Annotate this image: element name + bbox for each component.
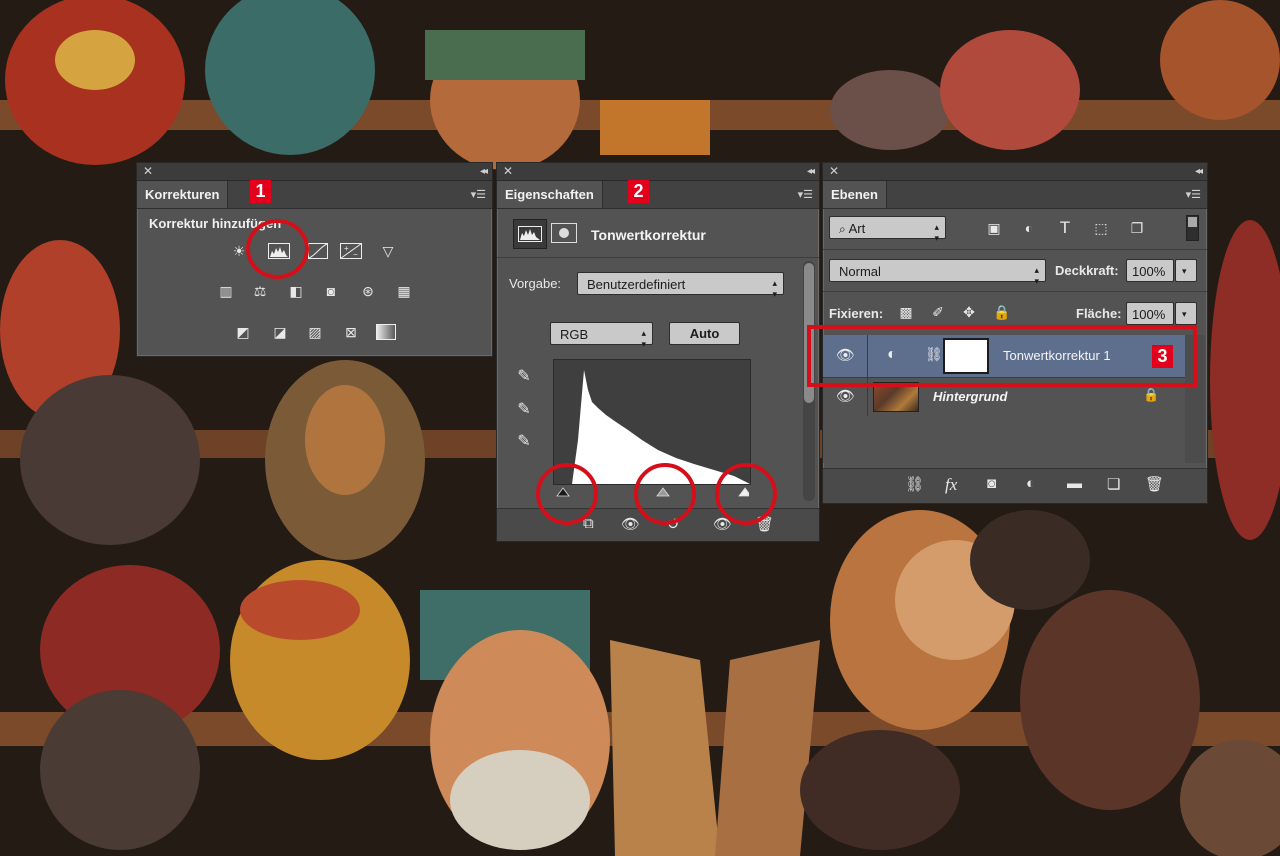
- highlight-ring-black-slider: [536, 463, 598, 525]
- filter-shape-icon[interactable]: ⬚: [1090, 217, 1112, 239]
- opacity-label: Deckkraft:: [1055, 263, 1119, 278]
- panel-titlebar: ✕ ◂◂: [137, 163, 492, 181]
- filter-toggle[interactable]: [1186, 215, 1199, 241]
- lock-transparency-icon[interactable]: ▩: [895, 301, 917, 323]
- filter-adjustment-icon[interactable]: ◐: [1018, 217, 1040, 239]
- photo-filter-icon[interactable]: ◙: [320, 280, 342, 302]
- panel-titlebar: ✕ ◂◂: [823, 163, 1207, 181]
- preset-dropdown[interactable]: Benutzerdefiniert ▴ ▾: [577, 272, 784, 299]
- properties-title: Tonwertkorrektur: [591, 227, 706, 243]
- filter-pixel-icon[interactable]: ▣: [983, 217, 1005, 239]
- fill-field[interactable]: 100%: [1126, 302, 1174, 325]
- black-point-eyedropper-icon[interactable]: ✎: [513, 365, 535, 387]
- lock-all-icon[interactable]: 🔒: [991, 301, 1013, 323]
- panel-menu-icon[interactable]: ▾☰: [471, 188, 486, 201]
- channel-value: RGB: [560, 327, 589, 342]
- fill-label: Fläche:: [1076, 306, 1122, 321]
- close-icon[interactable]: ✕: [829, 163, 839, 180]
- selective-color-icon[interactable]: ⊠: [340, 321, 362, 343]
- hue-saturation-icon[interactable]: ▥: [215, 280, 237, 302]
- color-balance-icon[interactable]: ⚖: [249, 280, 271, 302]
- layer-filter-value: Art: [848, 221, 866, 236]
- svg-text:+: +: [344, 244, 349, 253]
- panel-titlebar: ✕ ◂◂: [497, 163, 819, 181]
- new-adjustment-layer-icon[interactable]: ◐: [1026, 475, 1035, 492]
- highlight-ring-gamma-slider: [634, 463, 696, 525]
- visibility-eye-icon[interactable]: 👁: [836, 387, 855, 405]
- color-lookup-icon[interactable]: ▦: [393, 280, 415, 302]
- step-badge-1: 1: [250, 180, 271, 203]
- dropdown-arrows-icon: ▴ ▾: [641, 328, 646, 349]
- posterize-icon[interactable]: ◪: [269, 321, 291, 343]
- tab-ebenen[interactable]: Ebenen: [823, 181, 887, 208]
- highlight-ring-levels: [246, 219, 309, 279]
- layer-filter-dropdown[interactable]: ⌕ Art ▴ ▾: [829, 216, 946, 243]
- filter-type-icon[interactable]: T: [1054, 217, 1076, 239]
- preset-value: Benutzerdefiniert: [587, 277, 686, 292]
- dropdown-arrows-icon: ▴ ▾: [772, 278, 777, 299]
- fx-icon[interactable]: fx: [945, 475, 957, 495]
- new-group-icon[interactable]: ▬: [1067, 475, 1082, 492]
- vibrance-icon[interactable]: ▽: [377, 240, 399, 262]
- opacity-arrow[interactable]: ▾: [1175, 259, 1197, 282]
- view-previous-icon[interactable]: 👁: [621, 515, 640, 533]
- highlight-box-layer: [807, 325, 1197, 387]
- invert-icon[interactable]: ◩: [232, 321, 254, 343]
- layers-footer: ⛓ fx ◙ ◐ ▬ ❏ 🗑: [823, 468, 1207, 503]
- dropdown-arrows-icon: ▴ ▾: [934, 222, 939, 243]
- collapse-icon[interactable]: ◂◂: [480, 163, 488, 180]
- black-white-icon[interactable]: ◧: [285, 280, 307, 302]
- blend-mode-value: Normal: [839, 264, 881, 279]
- opacity-value: 100%: [1132, 264, 1166, 279]
- panel-tabbar: Ebenen ▾☰: [823, 181, 1207, 209]
- channel-dropdown[interactable]: RGB ▴ ▾: [550, 322, 653, 349]
- layer-name: Hintergrund: [933, 389, 1008, 404]
- close-icon[interactable]: ✕: [503, 163, 513, 180]
- step-badge-2: 2: [628, 180, 649, 203]
- opacity-field[interactable]: 100%: [1126, 259, 1174, 282]
- white-point-eyedropper-icon[interactable]: ✎: [513, 430, 535, 452]
- lock-label: Fixieren:: [829, 306, 884, 321]
- filter-smart-object-icon[interactable]: ❐: [1126, 217, 1148, 239]
- close-icon[interactable]: ✕: [143, 163, 153, 180]
- blend-mode-dropdown[interactable]: Normal ▴ ▾: [829, 259, 1046, 286]
- exposure-icon[interactable]: + −: [340, 240, 362, 262]
- fill-arrow[interactable]: ▾: [1175, 302, 1197, 325]
- dropdown-arrows-icon: ▴ ▾: [1034, 265, 1039, 286]
- mask-icon[interactable]: [551, 223, 577, 243]
- lock-image-icon[interactable]: ✐: [927, 301, 949, 323]
- auto-button[interactable]: Auto: [669, 322, 740, 345]
- lock-position-icon[interactable]: ✥: [958, 301, 980, 323]
- svg-text:−: −: [353, 250, 358, 259]
- fill-value: 100%: [1132, 307, 1166, 322]
- preset-label: Vorgabe:: [509, 276, 562, 291]
- gray-point-eyedropper-icon[interactable]: ✎: [513, 398, 535, 420]
- panel-menu-icon[interactable]: ▾☰: [798, 188, 813, 201]
- panel-tabbar: Korrekturen ▾☰: [137, 181, 492, 209]
- collapse-icon[interactable]: ◂◂: [1195, 163, 1203, 180]
- adjustments-panel: ✕ ◂◂ Korrekturen ▾☰ Korrektur hinzufügen…: [136, 162, 493, 357]
- curves-icon[interactable]: [307, 240, 329, 262]
- delete-layer-icon[interactable]: 🗑: [1145, 475, 1164, 493]
- channel-mixer-icon[interactable]: ⊛: [357, 280, 379, 302]
- panel-tabbar: Eigenschaften ▾☰: [497, 181, 819, 209]
- tab-korrekturen[interactable]: Korrekturen: [137, 181, 229, 208]
- new-layer-icon[interactable]: ❏: [1107, 475, 1120, 493]
- levels-type-icon: [513, 219, 547, 249]
- collapse-icon[interactable]: ◂◂: [807, 163, 815, 180]
- add-mask-icon[interactable]: ◙: [987, 475, 996, 492]
- tab-eigenschaften[interactable]: Eigenschaften: [497, 181, 603, 208]
- lock-icon: 🔒: [1143, 387, 1160, 402]
- gradient-map-icon[interactable]: [375, 321, 397, 343]
- link-layers-icon[interactable]: ⛓: [905, 475, 924, 493]
- threshold-icon[interactable]: ▨: [304, 321, 326, 343]
- highlight-ring-white-slider: [715, 463, 777, 525]
- panel-menu-icon[interactable]: ▾☰: [1186, 188, 1201, 201]
- search-icon: ⌕: [839, 222, 846, 236]
